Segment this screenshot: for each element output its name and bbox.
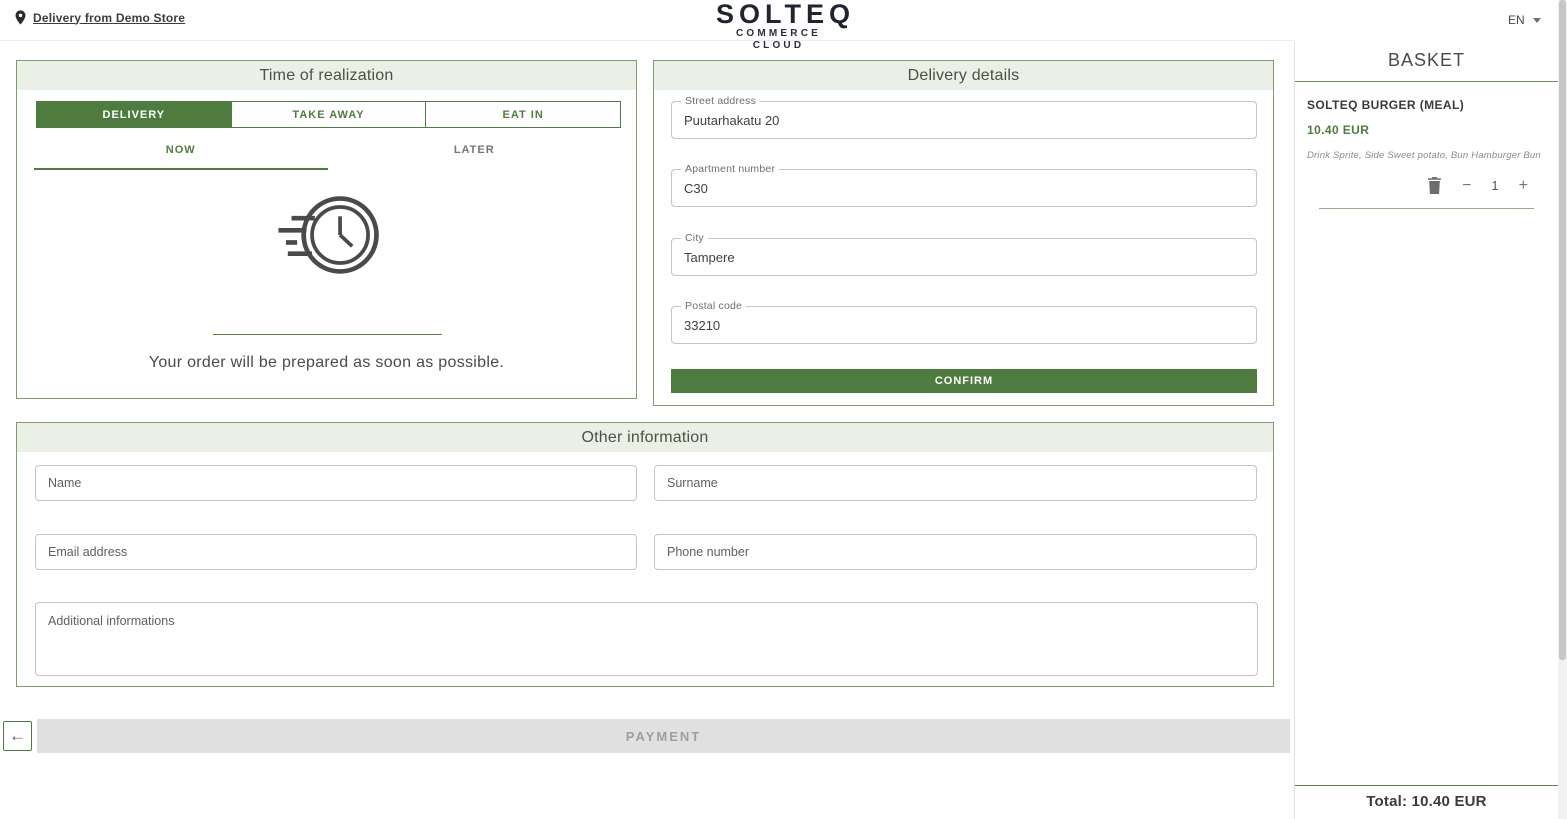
basket-item: SOLTEQ BURGER (MEAL) 10.40 EUR Drink Spr… bbox=[1295, 82, 1558, 209]
quantity-decrease-button[interactable]: − bbox=[1462, 178, 1471, 194]
quantity-value: 1 bbox=[1491, 178, 1498, 193]
payment-button[interactable]: PAYMENT bbox=[37, 719, 1290, 753]
chevron-down-icon bbox=[1533, 18, 1541, 23]
tab-now[interactable]: NOW bbox=[34, 136, 328, 170]
brand-logo: SOLTEQ COMMERCE CLOUD bbox=[716, 0, 841, 52]
language-label: EN bbox=[1508, 13, 1525, 27]
store-location-link[interactable]: Delivery from Demo Store bbox=[12, 9, 185, 26]
logo-subtitle: COMMERCE CLOUD bbox=[716, 28, 841, 52]
trash-icon[interactable] bbox=[1427, 177, 1442, 194]
preparation-message: Your order will be prepared as soon as p… bbox=[17, 354, 636, 372]
delivery-panel-header: Delivery details bbox=[654, 61, 1273, 90]
city-input[interactable] bbox=[672, 239, 1256, 275]
fulfillment-tabs: DELIVERY TAKE AWAY EAT IN bbox=[36, 101, 621, 128]
location-pin-icon bbox=[12, 9, 29, 26]
name-input[interactable] bbox=[36, 466, 636, 500]
city-field: City bbox=[671, 238, 1257, 276]
email-input[interactable] bbox=[36, 535, 636, 569]
other-information-panel: Other information bbox=[16, 422, 1274, 687]
basket-sidebar: BASKET SOLTEQ BURGER (MEAL) 10.40 EUR Dr… bbox=[1294, 42, 1558, 819]
street-address-input[interactable] bbox=[672, 102, 1256, 138]
tab-later[interactable]: LATER bbox=[328, 136, 622, 170]
basket-total: Total: 10.40 EUR bbox=[1295, 785, 1558, 819]
confirm-button[interactable]: CONFIRM bbox=[671, 369, 1257, 393]
basket-item-controls: − 1 + bbox=[1307, 177, 1546, 194]
speed-clock-icon bbox=[17, 191, 636, 279]
checkout-page: Delivery from Demo Store SOLTEQ COMMERCE… bbox=[0, 0, 1567, 819]
basket-title: BASKET bbox=[1295, 42, 1558, 81]
postal-code-field: Postal code bbox=[671, 306, 1257, 344]
basket-item-divider bbox=[1319, 208, 1534, 209]
name-field bbox=[35, 465, 637, 501]
apartment-number-field: Apartment number bbox=[671, 169, 1257, 207]
delivery-panel-title: Delivery details bbox=[908, 67, 1020, 85]
tab-take-away[interactable]: TAKE AWAY bbox=[232, 101, 427, 128]
time-mode-tabs: NOW LATER bbox=[34, 136, 621, 170]
street-address-field: Street address bbox=[671, 101, 1257, 139]
scrollbar-thumb[interactable] bbox=[1559, 0, 1566, 660]
phone-field bbox=[654, 534, 1257, 570]
surname-input[interactable] bbox=[655, 466, 1256, 500]
language-selector[interactable]: EN bbox=[1508, 13, 1541, 27]
back-button[interactable]: ← bbox=[3, 721, 32, 751]
additional-info-field bbox=[35, 602, 1258, 676]
postal-code-input[interactable] bbox=[672, 307, 1256, 343]
phone-input[interactable] bbox=[655, 535, 1256, 569]
message-divider bbox=[213, 334, 442, 335]
other-panel-title: Other information bbox=[581, 429, 708, 447]
additional-info-textarea[interactable] bbox=[36, 603, 1257, 675]
surname-field bbox=[654, 465, 1257, 501]
time-panel-header: Time of realization bbox=[17, 61, 636, 90]
email-field bbox=[35, 534, 637, 570]
tab-eat-in[interactable]: EAT IN bbox=[426, 101, 621, 128]
logo-title: SOLTEQ bbox=[716, 0, 841, 28]
tab-delivery[interactable]: DELIVERY bbox=[36, 101, 232, 128]
store-link-label: Delivery from Demo Store bbox=[33, 11, 185, 25]
basket-item-name: SOLTEQ BURGER (MEAL) bbox=[1307, 98, 1546, 112]
page-scrollbar[interactable] bbox=[1558, 0, 1567, 819]
quantity-increase-button[interactable]: + bbox=[1519, 178, 1528, 194]
top-header: Delivery from Demo Store SOLTEQ COMMERCE… bbox=[0, 0, 1294, 41]
time-panel-title: Time of realization bbox=[260, 67, 394, 85]
basket-item-price: 10.40 EUR bbox=[1307, 123, 1546, 137]
other-panel-header: Other information bbox=[17, 423, 1273, 452]
time-of-realization-panel: Time of realization DELIVERY TAKE AWAY E… bbox=[16, 60, 637, 399]
back-arrow-icon: ← bbox=[9, 726, 26, 746]
basket-item-description: Drink Sprite, Side Sweet potato, Bun Ham… bbox=[1307, 150, 1546, 161]
apartment-number-input[interactable] bbox=[672, 170, 1256, 206]
delivery-details-panel: Delivery details Street address Apartmen… bbox=[653, 60, 1274, 406]
